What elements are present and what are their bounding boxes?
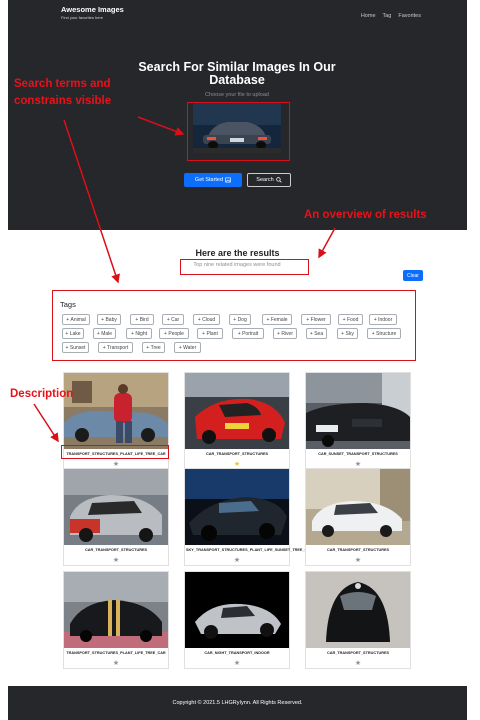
card-caption: CAR_NIGHT_TRANSPORT_INDOOR [204, 651, 270, 655]
star-icon[interactable]: ★ [185, 557, 289, 565]
results-title: Here are the results [195, 248, 280, 258]
annotation-overview: An overview of results [304, 209, 427, 221]
card-caption: SKY_TRANSPORT_STRUCTURES_PLANT_LIFE_SUNS… [186, 548, 313, 552]
nav-home[interactable]: Home [361, 13, 376, 19]
brand[interactable]: Awesome Images Find your favorites here [61, 5, 124, 20]
annotation-box-caption [61, 445, 169, 459]
result-image [185, 469, 289, 545]
star-icon[interactable]: ★ [64, 660, 168, 668]
result-card[interactable]: TRANSPORT_STRUCTURES_PLANT_LIFE_TREE_CAR… [63, 571, 169, 669]
result-image [64, 572, 168, 648]
brand-tagline: Find your favorites here [61, 15, 104, 20]
annotation-description: Description [10, 388, 74, 400]
search-label: Search [256, 177, 274, 183]
result-image [306, 572, 410, 648]
footer: Copyright © 2021.5 LHGRyIynn. All Rights… [8, 686, 467, 720]
result-card[interactable]: CAR_NIGHT_TRANSPORT_INDOOR ★ [184, 571, 290, 669]
search-button[interactable]: Search [247, 173, 291, 187]
brand-name: Awesome Images [61, 5, 124, 14]
result-image [64, 373, 168, 449]
annotation-box-query [187, 102, 290, 161]
result-card[interactable]: CAR_TRANSPORT_STRUCTURES ★ [305, 571, 411, 669]
star-icon[interactable]: ★ [306, 660, 410, 668]
card-caption: CAR_TRANSPORT_STRUCTURES [84, 548, 148, 552]
hero-subtitle: Choose your file to upload [205, 92, 269, 98]
nav-favorites[interactable]: Favorites [398, 13, 421, 19]
result-image [306, 373, 410, 449]
nav-tag[interactable]: Tag [383, 13, 392, 19]
annotation-box-tags [52, 290, 416, 361]
result-card[interactable]: CAR_TRANSPORT_STRUCTURES ★ [184, 372, 290, 470]
annotation-search-terms: Search terms and constrains visible [14, 78, 112, 107]
annotation-box-results [180, 259, 309, 275]
result-card[interactable]: CAR_TRANSPORT_STRUCTURES ★ [63, 468, 169, 566]
card-caption: CAR_TRANSPORT_STRUCTURES [326, 651, 390, 655]
get-started-button[interactable]: Get Started [184, 173, 242, 187]
result-image [306, 469, 410, 545]
card-caption: CAR_SUNSET_TRANSPORT_STRUCTURES [318, 452, 398, 456]
result-card[interactable]: CAR_TRANSPORT_STRUCTURES ★ [305, 468, 411, 566]
star-icon[interactable]: ★ [64, 557, 168, 565]
hero-title: Search For Similar Images In Our Databas… [138, 60, 336, 87]
image-icon [225, 177, 231, 183]
result-image [185, 572, 289, 648]
top-nav: Home Tag Favorites [361, 13, 421, 19]
star-icon[interactable]: ★ [185, 660, 289, 668]
get-started-label: Get Started [194, 177, 224, 183]
page: Awesome Images Find your favorites here … [0, 0, 480, 720]
card-caption: CAR_TRANSPORT_STRUCTURES [205, 452, 269, 456]
star-icon[interactable]: ★ [306, 557, 410, 565]
arrow-to-caption [33, 403, 59, 443]
result-image [64, 469, 168, 545]
card-caption: TRANSPORT_STRUCTURES_PLANT_LIFE_TREE_CAR [66, 651, 166, 655]
footer-copyright: Copyright © 2021.5 LHGRyIynn. All Rights… [172, 700, 303, 706]
clear-button[interactable]: Clear [403, 270, 423, 281]
result-image [185, 373, 289, 449]
search-icon [275, 177, 282, 183]
result-card[interactable]: CAR_SUNSET_TRANSPORT_STRUCTURES ★ [305, 372, 411, 470]
card-caption: CAR_TRANSPORT_STRUCTURES [326, 548, 390, 552]
result-card[interactable]: SKY_TRANSPORT_STRUCTURES_PLANT_LIFE_SUNS… [184, 468, 313, 566]
